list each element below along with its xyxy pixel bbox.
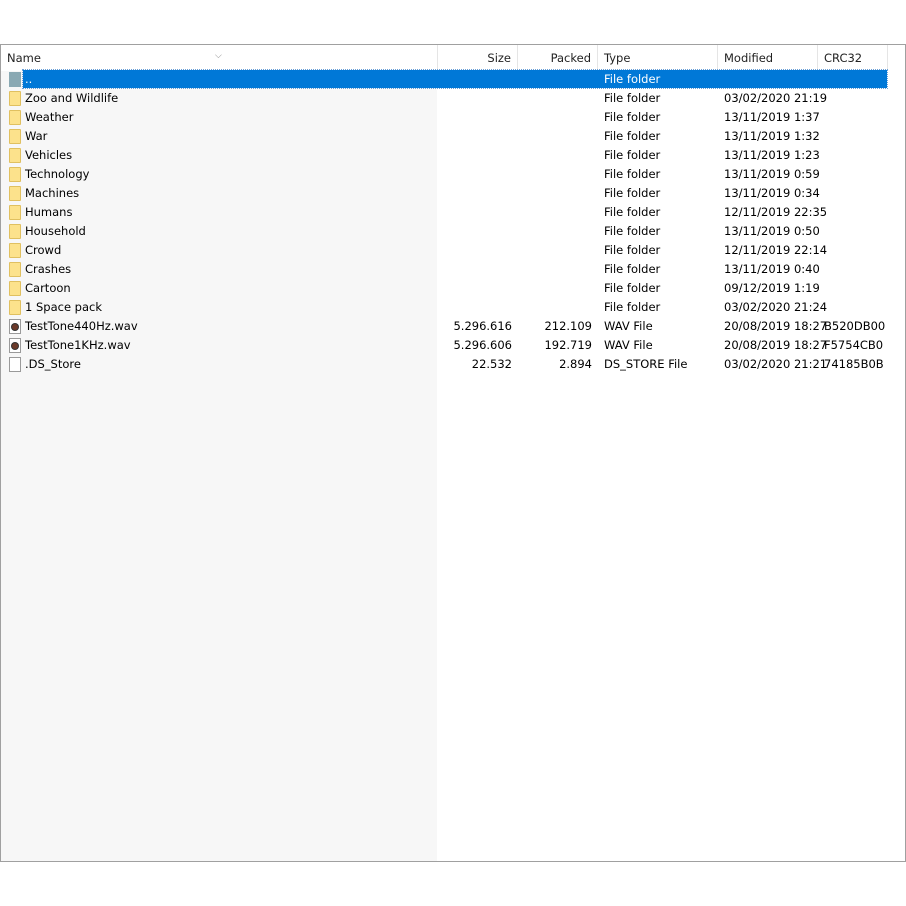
file-row[interactable]: Cartoon File folder 09/12/2019 1:19 [1,279,887,298]
file-type: File folder [604,129,661,143]
file-type: File folder [604,110,661,124]
file-row[interactable]: War File folder 13/11/2019 1:32 [1,127,887,146]
file-name: Household [25,224,86,238]
file-type: File folder [604,300,661,314]
file-modified: 09/12/2019 1:19 [724,281,820,295]
file-size: 5.296.616 [453,319,512,333]
folder-icon [9,281,21,296]
file-type: File folder [604,262,661,276]
file-modified: 12/11/2019 22:14 [724,243,828,257]
file-size: 22.532 [471,357,512,371]
file-name: Cartoon [25,281,71,295]
file-type: File folder [604,224,661,238]
folder-icon [9,91,21,106]
file-modified: 13/11/2019 0:59 [724,167,820,181]
file-type: File folder [604,167,661,181]
file-list[interactable]: Name ⌵ Size Packed Type Modified CRC32 ..… [0,44,906,862]
file-type: File folder [604,186,661,200]
selection-highlight [22,69,888,89]
file-row[interactable]: Humans File folder 12/11/2019 22:35 [1,203,887,222]
file-modified: 20/08/2019 18:27 [724,319,828,333]
column-header-crc32[interactable]: CRC32 [818,45,888,70]
file-type: File folder [604,243,661,257]
folder-icon [9,205,21,220]
file-name: Crowd [25,243,62,257]
folder-icon [9,110,21,125]
folder-icon [9,262,21,277]
file-modified: 13/11/2019 0:50 [724,224,820,238]
file-name: Technology [25,167,90,181]
file-modified: 13/11/2019 1:37 [724,110,820,124]
file-name: Zoo and Wildlife [25,91,119,105]
file-modified: 03/02/2020 21:24 [724,300,828,314]
column-header-name[interactable]: Name ⌵ [1,45,438,70]
file-row[interactable]: .. File folder [1,69,888,89]
file-type: WAV File [604,319,653,333]
folder-icon [9,186,21,201]
file-type: File folder [604,148,661,162]
file-name: 1 Space pack [25,300,103,314]
file-type: File folder [604,91,661,105]
file-type: WAV File [604,338,653,352]
file-row[interactable]: TestTone1KHz.wav 5.296.606 192.719 WAV File… [1,336,887,355]
file-modified: 13/11/2019 0:34 [724,186,820,200]
file-name: TestTone1KHz.wav [25,338,131,352]
file-name: Machines [25,186,80,200]
file-packed: 2.894 [559,357,592,371]
file-modified: 03/02/2020 21:19 [724,91,828,105]
file-row[interactable]: Technology File folder 13/11/2019 0:59 [1,165,887,184]
file-row[interactable]: Household File folder 13/11/2019 0:50 [1,222,887,241]
column-header-type[interactable]: Type [598,45,718,70]
audio-file-icon [9,338,21,353]
folder-icon [9,167,21,182]
file-row[interactable]: Machines File folder 13/11/2019 0:34 [1,184,887,203]
file-type: File folder [604,205,661,219]
folder-icon [9,243,21,258]
file-size: 5.296.606 [453,338,512,352]
file-crc: 74185B0B [824,357,884,371]
file-modified: 13/11/2019 0:40 [724,262,820,276]
chevron-down-icon: ⌵ [215,51,222,61]
file-name: War [25,129,48,143]
column-header-modified[interactable]: Modified [718,45,818,70]
file-packed: 212.109 [544,319,592,333]
file-packed: 192.719 [544,338,592,352]
file-crc: F5754CB0 [824,338,884,352]
file-name: Weather [25,110,74,124]
file-type: File folder [604,281,661,295]
file-modified: 03/02/2020 21:21 [724,357,828,371]
file-modified: 12/11/2019 22:35 [724,205,828,219]
column-header-size[interactable]: Size [438,45,518,70]
file-name: Vehicles [25,148,73,162]
column-header-packed[interactable]: Packed [518,45,598,70]
file-row[interactable]: .DS_Store 22.532 2.894 DS_STORE File 03/02/2… [1,355,887,374]
file-name: .. [25,72,33,86]
file-name: .DS_Store [25,357,81,371]
file-modified: 20/08/2019 18:27 [724,338,828,352]
file-row[interactable]: Weather File folder 13/11/2019 1:37 [1,108,887,127]
file-modified: 13/11/2019 1:23 [724,148,820,162]
folder-icon [9,148,21,163]
file-crc: B520DB00 [824,319,886,333]
folder-icon [9,129,21,144]
file-type: File folder [604,72,661,86]
column-header: Name ⌵ Size Packed Type Modified CRC32 [1,45,905,70]
folder-icon [9,224,21,239]
file-row[interactable]: 1 Space pack File folder 03/02/2020 21:24 [1,298,887,317]
audio-file-icon [9,319,21,334]
file-icon [9,357,21,372]
file-type: DS_STORE File [604,357,688,371]
column-label: Name [7,51,41,65]
file-row[interactable]: Crashes File folder 13/11/2019 0:40 [1,260,887,279]
file-row[interactable]: Zoo and Wildlife File folder 03/02/2020 21… [1,89,887,108]
file-row[interactable]: TestTone440Hz.wav 5.296.616 212.109 WAV Fil… [1,317,887,336]
file-name: TestTone440Hz.wav [25,319,138,333]
file-row[interactable]: Vehicles File folder 13/11/2019 1:23 [1,146,887,165]
file-row[interactable]: Crowd File folder 12/11/2019 22:14 [1,241,887,260]
file-name: Humans [25,205,73,219]
parent-folder-icon [9,72,21,87]
file-name: Crashes [25,262,72,276]
file-modified: 13/11/2019 1:32 [724,129,820,143]
folder-icon [9,300,21,315]
